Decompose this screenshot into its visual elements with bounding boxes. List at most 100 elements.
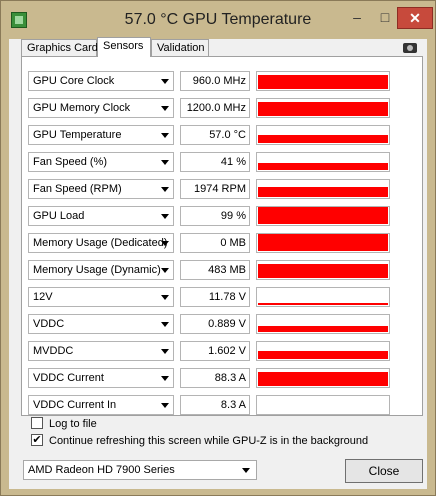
client-area: Graphics Card Sensors Validation GPU Cor… (9, 37, 427, 489)
sensor-row: VDDC Current In 8.3 A (28, 395, 410, 417)
sensor-graph[interactable] (256, 179, 390, 199)
sensor-value: 11.78 V (180, 287, 250, 307)
sensor-graph-fill (258, 372, 388, 386)
sensor-value: 1.602 V (180, 341, 250, 361)
sensor-row: 12V 11.78 V (28, 287, 410, 309)
sensor-name: 12V (33, 291, 53, 303)
sensor-graph[interactable] (256, 260, 390, 280)
tab-validation[interactable]: Validation (151, 39, 209, 56)
sensor-name-dropdown[interactable]: VDDC (28, 314, 174, 334)
sensor-graph[interactable] (256, 152, 390, 172)
chevron-down-icon[interactable] (161, 403, 169, 408)
chevron-down-icon[interactable] (161, 268, 169, 273)
tab-sensors[interactable]: Sensors (97, 37, 151, 57)
gpu-select-value: AMD Radeon HD 7900 Series (28, 464, 175, 476)
sensor-row: Memory Usage (Dedicated) 0 MB (28, 233, 410, 255)
sensor-graph[interactable] (256, 341, 390, 361)
sensor-value: 99 % (180, 206, 250, 226)
chevron-down-icon[interactable] (161, 295, 169, 300)
camera-icon[interactable] (403, 43, 417, 53)
sensor-graph-fill (258, 326, 388, 332)
chevron-down-icon[interactable] (242, 468, 250, 473)
sensor-graph[interactable] (256, 368, 390, 388)
sensor-value: 483 MB (180, 260, 250, 280)
sensor-name-dropdown[interactable]: Memory Usage (Dedicated) (28, 233, 174, 253)
sensor-graph-fill (258, 75, 388, 89)
sensor-name-dropdown[interactable]: GPU Temperature (28, 125, 174, 145)
chevron-down-icon[interactable] (161, 376, 169, 381)
sensor-graph[interactable] (256, 314, 390, 334)
chevron-down-icon[interactable] (161, 214, 169, 219)
sensor-graph-fill (258, 303, 388, 305)
sensors-panel: GPU Core Clock 960.0 MHz GPU Memory Clock 1… (21, 56, 423, 416)
minimize-button[interactable]: – (343, 7, 371, 29)
sensor-name-dropdown[interactable]: GPU Load (28, 206, 174, 226)
chevron-down-icon[interactable] (161, 322, 169, 327)
chevron-down-icon[interactable] (161, 187, 169, 192)
continue-refreshing-checkbox[interactable]: ✔ (31, 434, 43, 446)
sensor-name: GPU Core Clock (33, 75, 115, 87)
sensor-value: 8.3 A (180, 395, 250, 415)
chevron-down-icon[interactable] (161, 79, 169, 84)
sensor-row: GPU Memory Clock 1200.0 MHz (28, 98, 410, 120)
chevron-down-icon[interactable] (161, 349, 169, 354)
sensor-graph-fill (258, 163, 388, 170)
sensor-graph[interactable] (256, 287, 390, 307)
sensor-graph-fill (258, 135, 388, 143)
maximize-button[interactable]: □ (371, 7, 399, 29)
tab-graphics-card[interactable]: Graphics Card (21, 39, 98, 56)
sensor-graph-fill (258, 102, 388, 116)
sensor-value: 88.3 A (180, 368, 250, 388)
sensor-name: Fan Speed (%) (33, 156, 107, 168)
sensor-row: Memory Usage (Dynamic) 483 MB (28, 260, 410, 282)
sensor-name-dropdown[interactable]: 12V (28, 287, 174, 307)
sensor-name-dropdown[interactable]: VDDC Current In (28, 395, 174, 415)
chevron-down-icon[interactable] (161, 160, 169, 165)
sensor-graph-fill (258, 187, 388, 197)
sensor-name-dropdown[interactable]: Memory Usage (Dynamic) (28, 260, 174, 280)
log-to-file-label: Log to file (49, 418, 97, 430)
sensor-name-dropdown[interactable]: GPU Core Clock (28, 71, 174, 91)
sensor-row: VDDC Current 88.3 A (28, 368, 410, 390)
sensor-graph[interactable] (256, 71, 390, 91)
sensor-name: GPU Temperature (33, 129, 122, 141)
sensor-graph[interactable] (256, 395, 390, 415)
sensor-graph-fill (258, 351, 388, 359)
checkmark-icon: ✔ (32, 434, 42, 446)
sensor-name: Memory Usage (Dynamic) (33, 264, 161, 276)
sensor-value: 0 MB (180, 233, 250, 253)
sensor-value: 41 % (180, 152, 250, 172)
log-to-file-checkbox[interactable] (31, 417, 43, 429)
window-close-button[interactable]: ✕ (397, 7, 433, 29)
sensor-name-dropdown[interactable]: Fan Speed (RPM) (28, 179, 174, 199)
close-button[interactable]: Close (345, 459, 423, 483)
sensor-row: GPU Load 99 % (28, 206, 410, 228)
sensor-name-dropdown[interactable]: Fan Speed (%) (28, 152, 174, 172)
sensor-row: VDDC 0.889 V (28, 314, 410, 336)
gpu-z-window: 57.0 °C GPU Temperature – □ ✕ Graphics C… (0, 0, 436, 496)
sensor-name-dropdown[interactable]: VDDC Current (28, 368, 174, 388)
sensor-name: VDDC (33, 318, 65, 330)
title-bar[interactable]: 57.0 °C GPU Temperature – □ ✕ (1, 1, 435, 39)
sensor-name: VDDC Current (33, 372, 104, 384)
sensor-graph[interactable] (256, 206, 390, 226)
sensor-value: 1200.0 MHz (180, 98, 250, 118)
sensor-name: Fan Speed (RPM) (33, 183, 122, 195)
sensor-row: GPU Core Clock 960.0 MHz (28, 71, 410, 93)
sensor-value: 0.889 V (180, 314, 250, 334)
continue-refreshing-label: Continue refreshing this screen while GP… (49, 435, 369, 447)
sensor-name-dropdown[interactable]: GPU Memory Clock (28, 98, 174, 118)
sensor-graph-fill (258, 207, 388, 224)
chevron-down-icon[interactable] (161, 241, 169, 246)
sensor-graph[interactable] (256, 233, 390, 253)
gpu-select[interactable]: AMD Radeon HD 7900 Series (23, 460, 257, 480)
sensor-row: Fan Speed (%) 41 % (28, 152, 410, 174)
chevron-down-icon[interactable] (161, 106, 169, 111)
sensor-graph[interactable] (256, 125, 390, 145)
sensor-graph[interactable] (256, 98, 390, 118)
sensor-value: 960.0 MHz (180, 71, 250, 91)
sensor-row: MVDDC 1.602 V (28, 341, 410, 363)
chevron-down-icon[interactable] (161, 133, 169, 138)
sensor-name: Memory Usage (Dedicated) (33, 237, 168, 249)
sensor-name-dropdown[interactable]: MVDDC (28, 341, 174, 361)
